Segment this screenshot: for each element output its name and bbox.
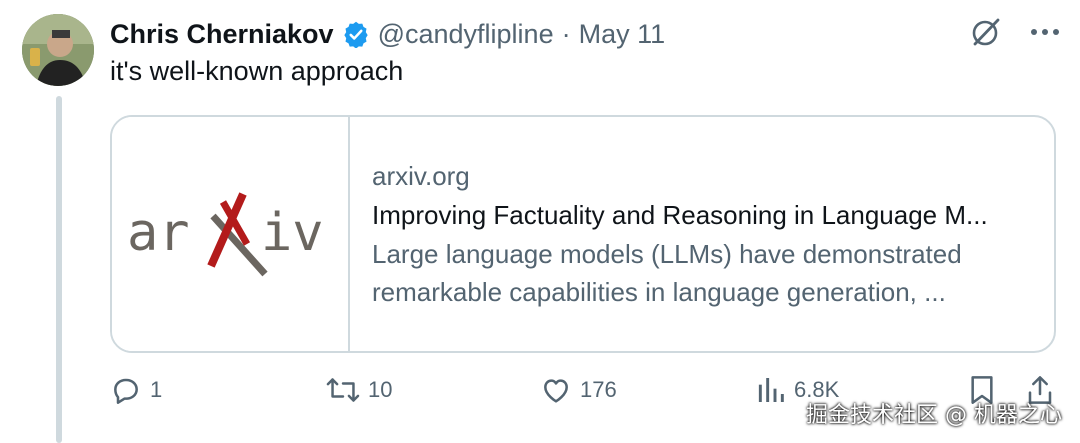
- like-count: 176: [580, 377, 617, 402]
- like-button[interactable]: 176: [540, 374, 617, 406]
- logo-text-right: iv: [261, 203, 324, 263]
- card-thumbnail: ar iv: [112, 117, 350, 351]
- card-description-line-2: remarkable capabilities in language gene…: [372, 277, 946, 307]
- card-body: arxiv.org Improving Factuality and Reaso…: [350, 117, 1054, 351]
- card-title: Improving Factuality and Reasoning in La…: [372, 200, 988, 230]
- avatar[interactable]: [22, 14, 94, 86]
- reply-icon: [114, 378, 138, 404]
- grok-icon[interactable]: [970, 16, 1002, 48]
- tweet-top-actions: [970, 16, 1060, 48]
- more-icon[interactable]: [1030, 27, 1060, 37]
- arxiv-logo-icon: ar iv: [127, 192, 324, 277]
- views-icon: [758, 378, 784, 402]
- avatar-image: [22, 14, 94, 86]
- logo-text-left: ar: [127, 203, 190, 263]
- card-domain: arxiv.org: [372, 161, 470, 191]
- repost-button[interactable]: 10: [326, 374, 392, 406]
- tweet-date[interactable]: May 11: [579, 19, 666, 50]
- link-card[interactable]: ar iv arxiv.org Improving Factuality and…: [110, 115, 1056, 353]
- tweet-text: it's well-known approach: [110, 56, 404, 86]
- repost-icon: [326, 378, 360, 402]
- author-handle[interactable]: @candyflipline: [378, 19, 554, 50]
- separator-dot: ·: [561, 18, 571, 49]
- reply-button[interactable]: 1: [110, 374, 162, 406]
- tweet-header: Chris Cherniakov @candyflipline · May 11: [110, 14, 665, 54]
- verified-badge-icon: [342, 20, 370, 48]
- author-name[interactable]: Chris Cherniakov: [110, 19, 334, 50]
- reply-count: 1: [150, 377, 163, 402]
- like-icon: [544, 379, 568, 403]
- repost-count: 10: [368, 377, 393, 402]
- card-description-line-1: Large language models (LLMs) have demons…: [372, 239, 962, 269]
- thread-line: [56, 96, 62, 443]
- watermark: 掘金技术社区 @ 机器之心: [806, 403, 1062, 428]
